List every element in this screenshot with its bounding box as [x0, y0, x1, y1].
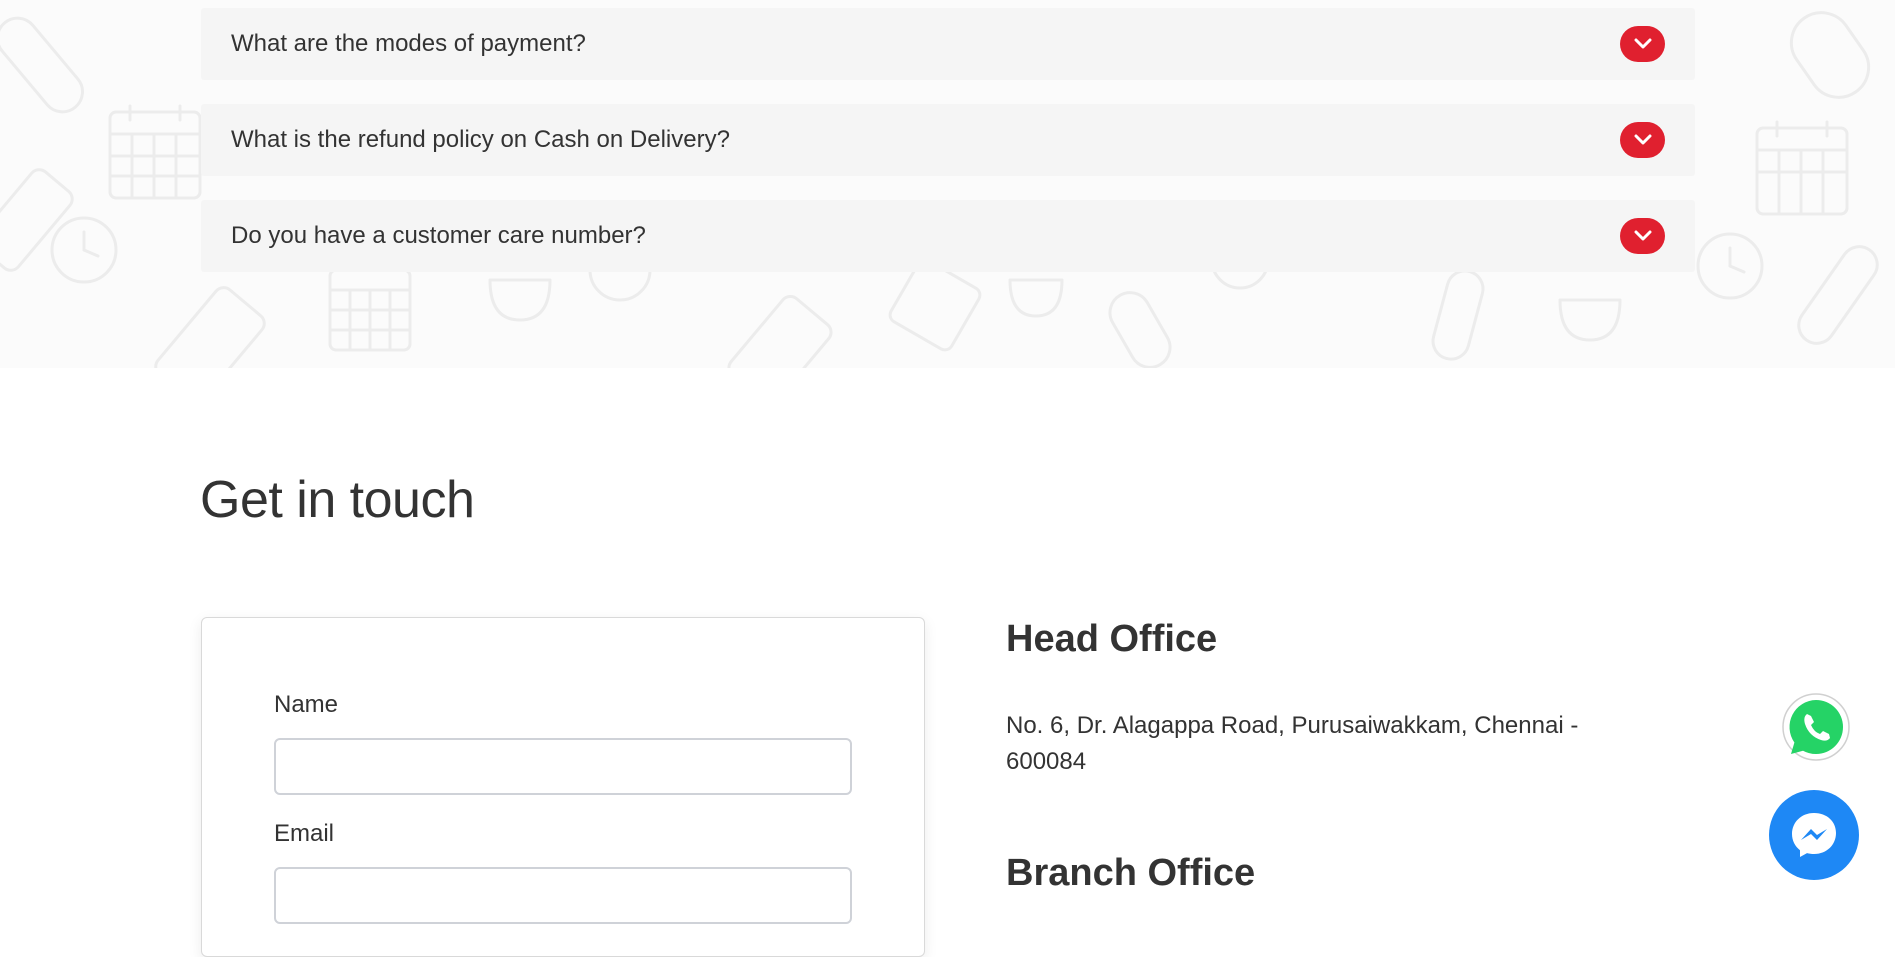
faq-question: Do you have a customer care number? [231, 222, 646, 249]
faq-item[interactable]: Do you have a customer care number? [201, 200, 1695, 272]
contact-form: Name Email [201, 617, 925, 957]
chevron-down-icon[interactable] [1620, 218, 1665, 254]
faq-item[interactable]: What is the refund policy on Cash on Del… [201, 104, 1695, 176]
contact-section-title: Get in touch [200, 471, 475, 529]
faq-item[interactable]: What are the modes of payment? [201, 8, 1695, 80]
head-office-address-line: No. 6, Dr. Alagappa Road, Purusaiwakkam,… [1006, 712, 1579, 739]
faq-section: What are the modes of payment? What is t… [0, 0, 1895, 368]
whatsapp-button[interactable] [1781, 692, 1851, 762]
head-office-title: Head Office [1006, 618, 1218, 660]
faq-question: What are the modes of payment? [231, 30, 586, 57]
name-field[interactable] [274, 738, 852, 795]
email-field[interactable] [274, 867, 852, 924]
chevron-down-icon[interactable] [1620, 122, 1665, 158]
messenger-button[interactable] [1769, 790, 1859, 880]
email-label: Email [274, 820, 335, 847]
head-office-address-line: 600084 [1006, 748, 1087, 775]
head-office-address: No. 6, Dr. Alagappa Road, Purusaiwakkam,… [1006, 708, 1626, 780]
name-label: Name [274, 691, 339, 718]
faq-question: What is the refund policy on Cash on Del… [231, 126, 730, 153]
chevron-down-icon[interactable] [1620, 26, 1665, 62]
branch-office-title: Branch Office [1006, 852, 1256, 894]
messenger-icon [1792, 813, 1836, 857]
whatsapp-icon [1782, 693, 1850, 761]
